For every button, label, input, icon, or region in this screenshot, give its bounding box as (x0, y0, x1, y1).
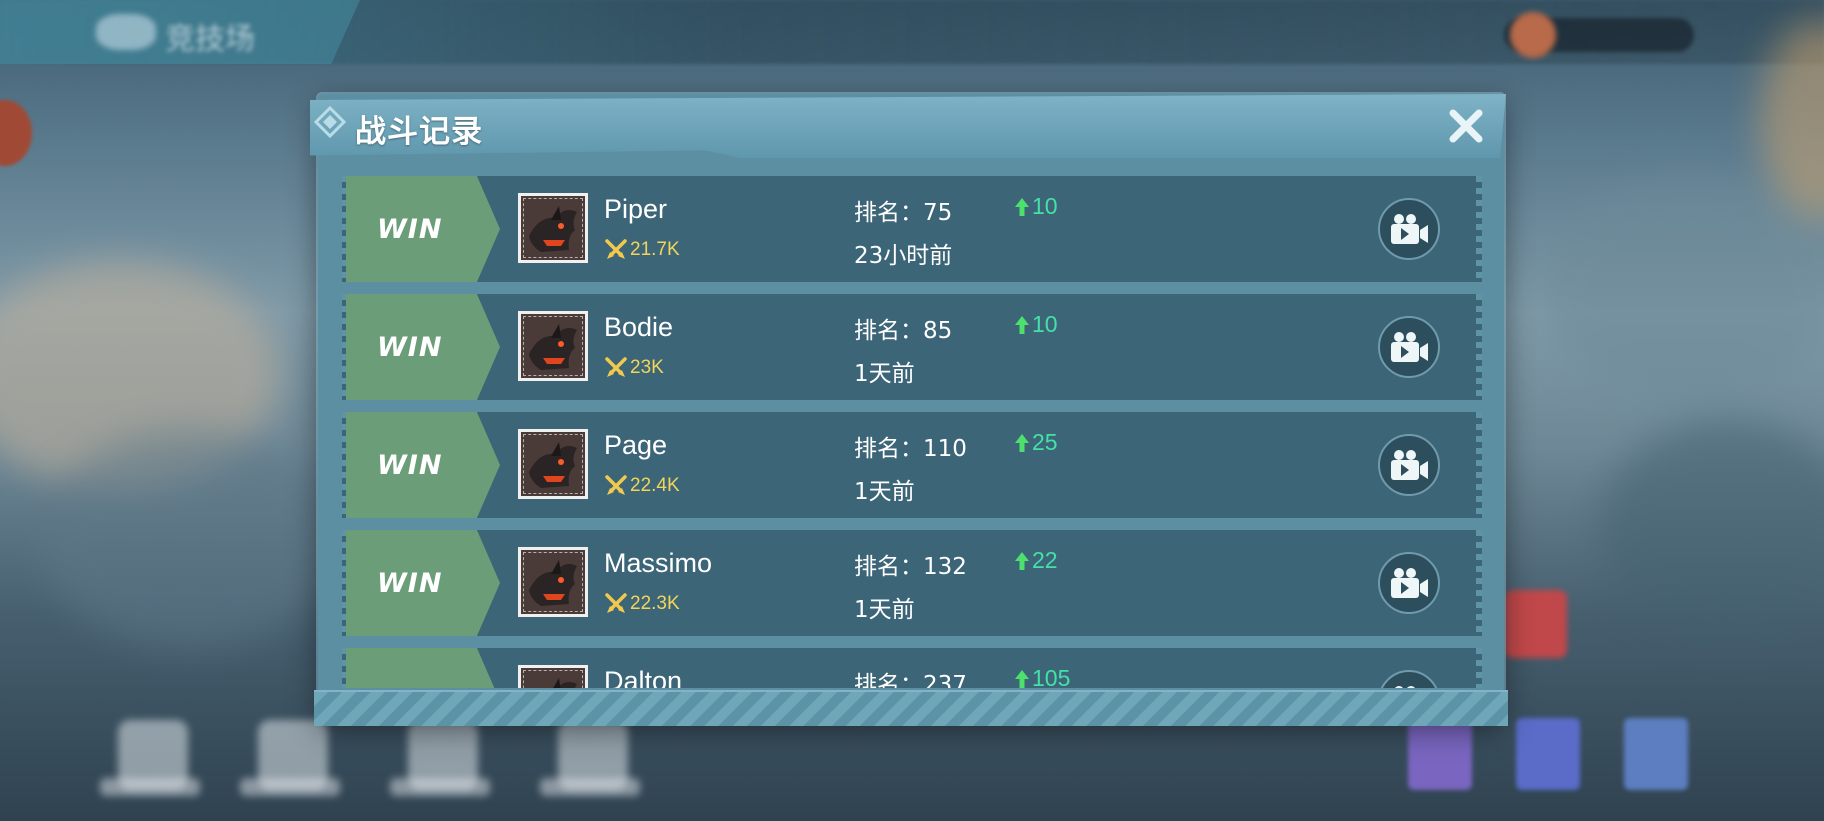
record-list[interactable]: WIN Piper 21.7K 排名：75 10 23小时前 WIN Bodie… (342, 176, 1482, 688)
bottom-label (240, 778, 340, 796)
rank-label: 排名：132 (854, 554, 967, 580)
crossed-swords-icon (605, 475, 627, 495)
rank-change-value: 10 (1032, 311, 1058, 337)
diamond-icon (314, 106, 346, 138)
combat-power: 22.3K (604, 592, 680, 616)
opponent-avatar[interactable] (518, 311, 588, 381)
record-row: WIN Bodie 23K 排名：85 10 1天前 (342, 294, 1482, 400)
dialog-bottom-border (314, 690, 1508, 726)
opponent-avatar[interactable] (518, 547, 588, 617)
combat-power: 21.7K (604, 238, 680, 262)
dialog-title: 战斗记录 (355, 114, 483, 150)
dialog-header: 战斗记录 (310, 94, 1506, 158)
crossed-swords-icon (605, 239, 627, 259)
result-label: WIN (377, 331, 443, 363)
record-row: WIN Page 22.4K 排名：110 25 1天前 (342, 412, 1482, 518)
replay-button[interactable] (1378, 670, 1440, 688)
opponent-name: Bodie (604, 312, 674, 342)
crossed-swords-icon (605, 357, 627, 377)
rank-change: 105 (1014, 665, 1070, 688)
close-button[interactable] (1446, 106, 1486, 146)
power-value: 21.7K (630, 239, 680, 260)
result-label: WIN (377, 686, 442, 689)
rank-change: 22 (1014, 547, 1058, 574)
record-row: WIN Piper 21.7K 排名：75 10 23小时前 (342, 176, 1482, 282)
win-banner: WIN (346, 412, 500, 518)
rank-change-value: 10 (1032, 193, 1058, 219)
tab-icon (96, 14, 156, 50)
rank-change: 10 (1014, 311, 1058, 338)
replay-button[interactable] (1378, 198, 1440, 260)
cloud (1540, 180, 1824, 400)
rank-label: 排名：237 (854, 672, 967, 688)
record-row: WIN Dalton 排名：237 105 (342, 648, 1482, 688)
arrow-up-icon (1015, 669, 1029, 688)
resource-icon (1510, 12, 1556, 58)
opponent-avatar[interactable] (518, 429, 588, 499)
bottom-label (390, 778, 490, 796)
opponent-name: Dalton (604, 666, 683, 688)
rank-change: 25 (1014, 429, 1058, 456)
rank-change-value: 25 (1032, 429, 1058, 455)
rank-change-value: 105 (1032, 665, 1071, 688)
chest-badge-icon (0, 100, 32, 166)
battle-time: 23小时前 (854, 243, 953, 269)
replay-button[interactable] (1378, 316, 1440, 378)
battle-time: 1天前 (854, 361, 915, 387)
result-label: WIN (377, 567, 443, 599)
win-banner: WIN (346, 176, 500, 282)
replay-button[interactable] (1378, 434, 1440, 496)
opponent-name: Piper (604, 194, 668, 224)
opponent-name: Massimo (604, 548, 713, 578)
close-icon (1449, 109, 1483, 143)
result-label: WIN (377, 449, 443, 481)
reward-card (1624, 718, 1688, 790)
rank-label: 排名：85 (854, 318, 953, 344)
win-banner: WIN (346, 648, 500, 688)
rank-label: 排名：75 (854, 200, 953, 226)
power-value: 22.4K (630, 475, 680, 496)
arrow-up-icon (1015, 315, 1029, 334)
combat-power: 22.4K (604, 474, 680, 498)
rank-change: 10 (1014, 193, 1058, 220)
win-banner: WIN (346, 294, 500, 400)
rank-label: 排名：110 (854, 436, 967, 462)
arrow-up-icon (1015, 551, 1029, 570)
cloud (40, 430, 340, 650)
video-replay-icon (1391, 568, 1428, 598)
rank-change-value: 22 (1032, 547, 1058, 573)
arrow-up-icon (1015, 197, 1029, 216)
battle-record-dialog: 战斗记录 WIN Piper 21.7K 排名：75 10 23小时前 WIN … (310, 94, 1508, 726)
bottom-label (540, 778, 640, 796)
reward-card (1408, 718, 1472, 790)
arrow-up-icon (1015, 433, 1029, 452)
video-replay-icon (1391, 332, 1428, 362)
replay-button[interactable] (1378, 552, 1440, 614)
video-replay-icon (1395, 686, 1415, 688)
power-value: 22.3K (630, 593, 680, 614)
result-label: WIN (377, 213, 443, 245)
bottom-label (100, 778, 200, 796)
video-replay-icon (1391, 214, 1428, 244)
crossed-swords-icon (605, 593, 627, 613)
video-replay-icon (1391, 450, 1428, 480)
top-tab-label: 竞技场 (165, 22, 255, 57)
battle-time: 1天前 (854, 597, 915, 623)
win-banner: WIN (346, 530, 500, 636)
red-badge (1505, 590, 1567, 658)
power-value: 23K (630, 357, 664, 378)
opponent-avatar[interactable] (518, 193, 588, 263)
record-row: WIN Massimo 22.3K 排名：132 22 1天前 (342, 530, 1482, 636)
battle-time: 1天前 (854, 479, 915, 505)
reward-card (1516, 718, 1580, 790)
combat-power: 23K (604, 356, 664, 380)
opponent-avatar[interactable] (518, 665, 588, 688)
opponent-name: Page (604, 430, 668, 460)
cloud (1600, 420, 1824, 640)
